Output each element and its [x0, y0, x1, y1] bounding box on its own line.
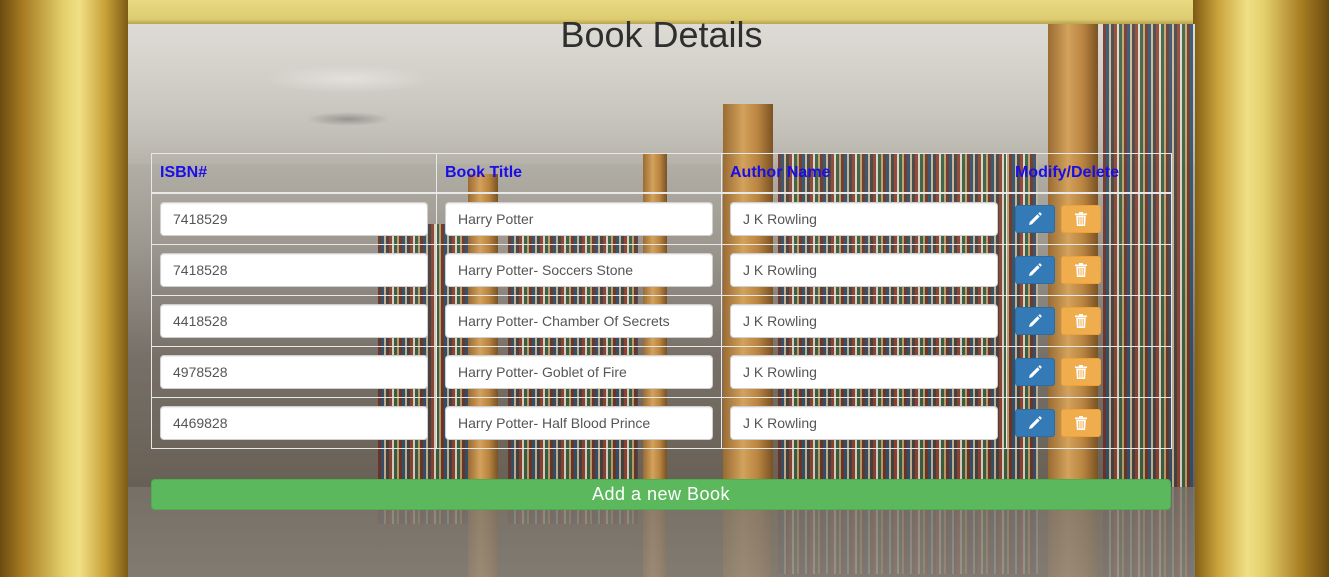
edit-button[interactable]: [1015, 256, 1055, 284]
trash-icon: [1075, 416, 1088, 430]
book-title-input[interactable]: [445, 355, 713, 389]
table-row: [151, 397, 1172, 449]
table-header-row: ISBN# Book Title Author Name Modify/Dele…: [151, 153, 1172, 194]
trash-icon: [1075, 212, 1088, 226]
delete-button[interactable]: [1061, 256, 1102, 284]
edit-button[interactable]: [1015, 409, 1055, 437]
pencil-icon: [1029, 365, 1042, 378]
delete-button[interactable]: [1061, 307, 1102, 335]
book-table: ISBN# Book Title Author Name Modify/Dele…: [151, 153, 1172, 449]
author-name-input[interactable]: [730, 202, 998, 236]
delete-button[interactable]: [1061, 409, 1102, 437]
gold-frame-right: [1193, 0, 1329, 577]
book-title-input[interactable]: [445, 304, 713, 338]
isbn-input[interactable]: [160, 253, 428, 287]
add-new-book-button[interactable]: Add a new Book: [151, 479, 1171, 510]
author-name-input[interactable]: [730, 253, 998, 287]
edit-button[interactable]: [1015, 307, 1055, 335]
table-row: [151, 295, 1172, 347]
column-header-modify-delete: Modify/Delete: [1006, 153, 1172, 194]
table-row: [151, 244, 1172, 296]
trash-icon: [1075, 263, 1088, 277]
book-title-input[interactable]: [445, 202, 713, 236]
isbn-input[interactable]: [160, 406, 428, 440]
pencil-icon: [1029, 263, 1042, 276]
book-title-input[interactable]: [445, 253, 713, 287]
author-name-input[interactable]: [730, 355, 998, 389]
edit-button[interactable]: [1015, 358, 1055, 386]
column-header-book-title: Book Title: [436, 153, 722, 194]
delete-button[interactable]: [1061, 205, 1102, 233]
delete-button[interactable]: [1061, 358, 1102, 386]
edit-button[interactable]: [1015, 205, 1055, 233]
author-name-input[interactable]: [730, 406, 998, 440]
book-title-input[interactable]: [445, 406, 713, 440]
author-name-input[interactable]: [730, 304, 998, 338]
table-row: [151, 346, 1172, 398]
pencil-icon: [1029, 416, 1042, 429]
isbn-input[interactable]: [160, 202, 428, 236]
table-row: [151, 192, 1172, 245]
trash-icon: [1075, 365, 1088, 379]
column-header-isbn: ISBN#: [151, 153, 437, 194]
trash-icon: [1075, 314, 1088, 328]
gold-frame-left: [0, 0, 128, 577]
pencil-icon: [1029, 212, 1042, 225]
isbn-input[interactable]: [160, 355, 428, 389]
pencil-icon: [1029, 314, 1042, 327]
column-header-author-name: Author Name: [721, 153, 1007, 194]
page-title: Book Details: [560, 14, 763, 55]
isbn-input[interactable]: [160, 304, 428, 338]
